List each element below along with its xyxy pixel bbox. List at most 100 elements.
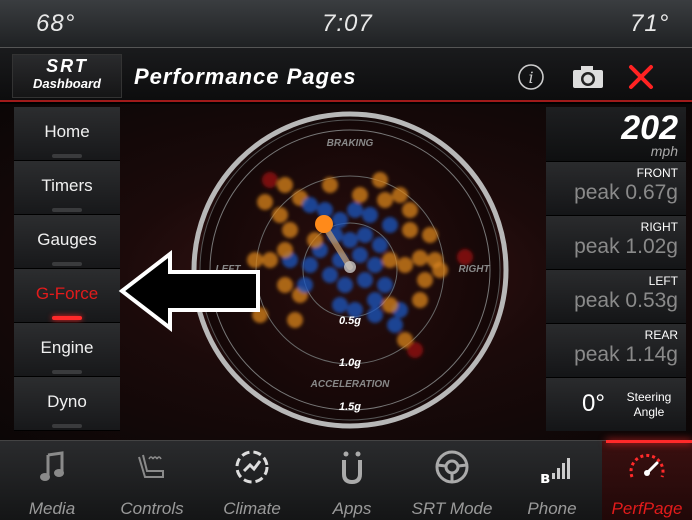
trace-dot [377, 192, 393, 208]
menu-item-timers[interactable]: Timers [14, 161, 120, 215]
trace-dot [367, 292, 383, 308]
label-braking: BRAKING [327, 138, 374, 149]
trace-dot [287, 312, 303, 328]
logo-dashboard-text: Dashboard [33, 76, 101, 91]
trace-dot [407, 342, 423, 358]
tab-indicator [52, 262, 82, 266]
nav-climate[interactable]: Climate [202, 441, 302, 520]
trace-dot [352, 187, 368, 203]
peak-value: peak 1.14g [574, 343, 678, 366]
speed-display: 202 mph [546, 107, 686, 161]
tab-indicator [52, 370, 82, 374]
svg-text:ʙ: ʙ [540, 468, 550, 485]
info-icon[interactable]: i [516, 62, 546, 92]
nav-label: Climate [223, 499, 281, 518]
menu-item-home[interactable]: Home [14, 107, 120, 161]
tab-indicator [52, 208, 82, 212]
trace-dot [322, 267, 338, 283]
active-nav-indicator [606, 440, 692, 443]
climate-icon [202, 449, 302, 485]
trace-dot [322, 177, 338, 193]
nav-controls[interactable]: Controls [102, 441, 202, 520]
ring-label-0-5g: 0.5g [339, 315, 361, 327]
peak-value: peak 0.53g [574, 289, 678, 312]
g-center-marker [344, 261, 356, 273]
seat-icon [102, 449, 202, 485]
speed-unit: mph [650, 143, 678, 159]
nav-perfpage[interactable]: PerfPage [602, 441, 692, 520]
trace-dot [277, 277, 293, 293]
menu-item-dyno[interactable]: Dyno [14, 377, 120, 431]
nav-phone[interactable]: ʙ Phone [502, 441, 602, 520]
trace-dot [377, 277, 393, 293]
trace-dot [362, 207, 378, 223]
trace-dot [397, 257, 413, 273]
stats-panel: 202 mph FRONT peak 0.67g RIGHT peak 1.02g … [546, 107, 686, 431]
trace-dot [352, 247, 368, 263]
trace-dot [387, 317, 403, 333]
label-right: RIGHT [458, 264, 490, 275]
peak-right: RIGHT peak 1.02g [546, 215, 686, 269]
trace-dot [262, 172, 278, 188]
trace-dot [302, 257, 318, 273]
side-menu: Home Timers Gauges G-Force Engine Dyno [14, 107, 120, 431]
trace-dot [432, 262, 448, 278]
nav-label: Controls [120, 499, 184, 518]
trace-dot [282, 222, 298, 238]
trace-dot [357, 272, 373, 288]
tab-indicator-active [52, 316, 82, 320]
ring-label-1-5g: 1.5g [339, 401, 361, 413]
peak-label: FRONT [636, 166, 678, 180]
menu-item-engine[interactable]: Engine [14, 323, 120, 377]
trace-dot [342, 232, 358, 248]
trace-dot [272, 207, 288, 223]
steering-value: 0° [582, 390, 605, 417]
trace-dot [392, 187, 408, 203]
menu-label: Home [44, 122, 90, 141]
outside-temp-right[interactable]: 71° [630, 10, 669, 38]
peak-label: LEFT [648, 274, 678, 288]
menu-label: Dyno [47, 392, 87, 411]
nav-apps[interactable]: Apps [302, 441, 402, 520]
menu-item-gauges[interactable]: Gauges [14, 215, 120, 269]
page-title: Performance Pages [134, 64, 357, 89]
menu-label: Engine [40, 338, 94, 357]
status-bar: 68° 7:07 71° [0, 0, 692, 48]
trace-dot [412, 250, 428, 266]
trace-dot [297, 277, 313, 293]
tab-indicator [52, 424, 82, 428]
trace-dot [277, 242, 293, 258]
peak-value: peak 1.02g [574, 235, 678, 258]
menu-label: Gauges [37, 230, 97, 249]
menu-item-g-force[interactable]: G-Force [14, 269, 120, 323]
trace-dot [372, 172, 388, 188]
nav-media[interactable]: Media [2, 441, 102, 520]
peak-front: FRONT peak 0.67g [546, 161, 686, 215]
trace-dot [332, 297, 348, 313]
srt-dashboard-logo[interactable]: SRT Dashboard [12, 54, 122, 98]
trace-dot [262, 252, 278, 268]
trace-dot [347, 202, 363, 218]
phone-signal-icon: ʙ [502, 449, 602, 485]
current-g-marker [315, 215, 333, 233]
nav-srt-mode[interactable]: SRT Mode [402, 441, 502, 520]
close-x-icon[interactable] [626, 62, 656, 92]
trace-dot [382, 252, 398, 268]
camera-icon[interactable] [570, 62, 606, 92]
peak-value: peak 0.67g [574, 181, 678, 204]
trace-dot [307, 232, 323, 248]
peak-left: LEFT peak 0.53g [546, 269, 686, 323]
nav-label: PerfPage [611, 499, 683, 518]
clock: 7:07 [322, 10, 373, 37]
trace-dot [382, 217, 398, 233]
steering-label: Steering Angle [626, 390, 672, 419]
steering-wheel-icon [402, 449, 502, 485]
speed-value: 202 [621, 109, 678, 147]
label-acceleration: ACCELERATION [310, 379, 390, 390]
menu-label: G-Force [35, 284, 99, 303]
trace-dot [367, 257, 383, 273]
outside-temp-left[interactable]: 68° [36, 10, 75, 38]
nav-label: Media [28, 499, 76, 518]
nav-label: Apps [332, 499, 372, 518]
trace-dot [367, 307, 383, 323]
